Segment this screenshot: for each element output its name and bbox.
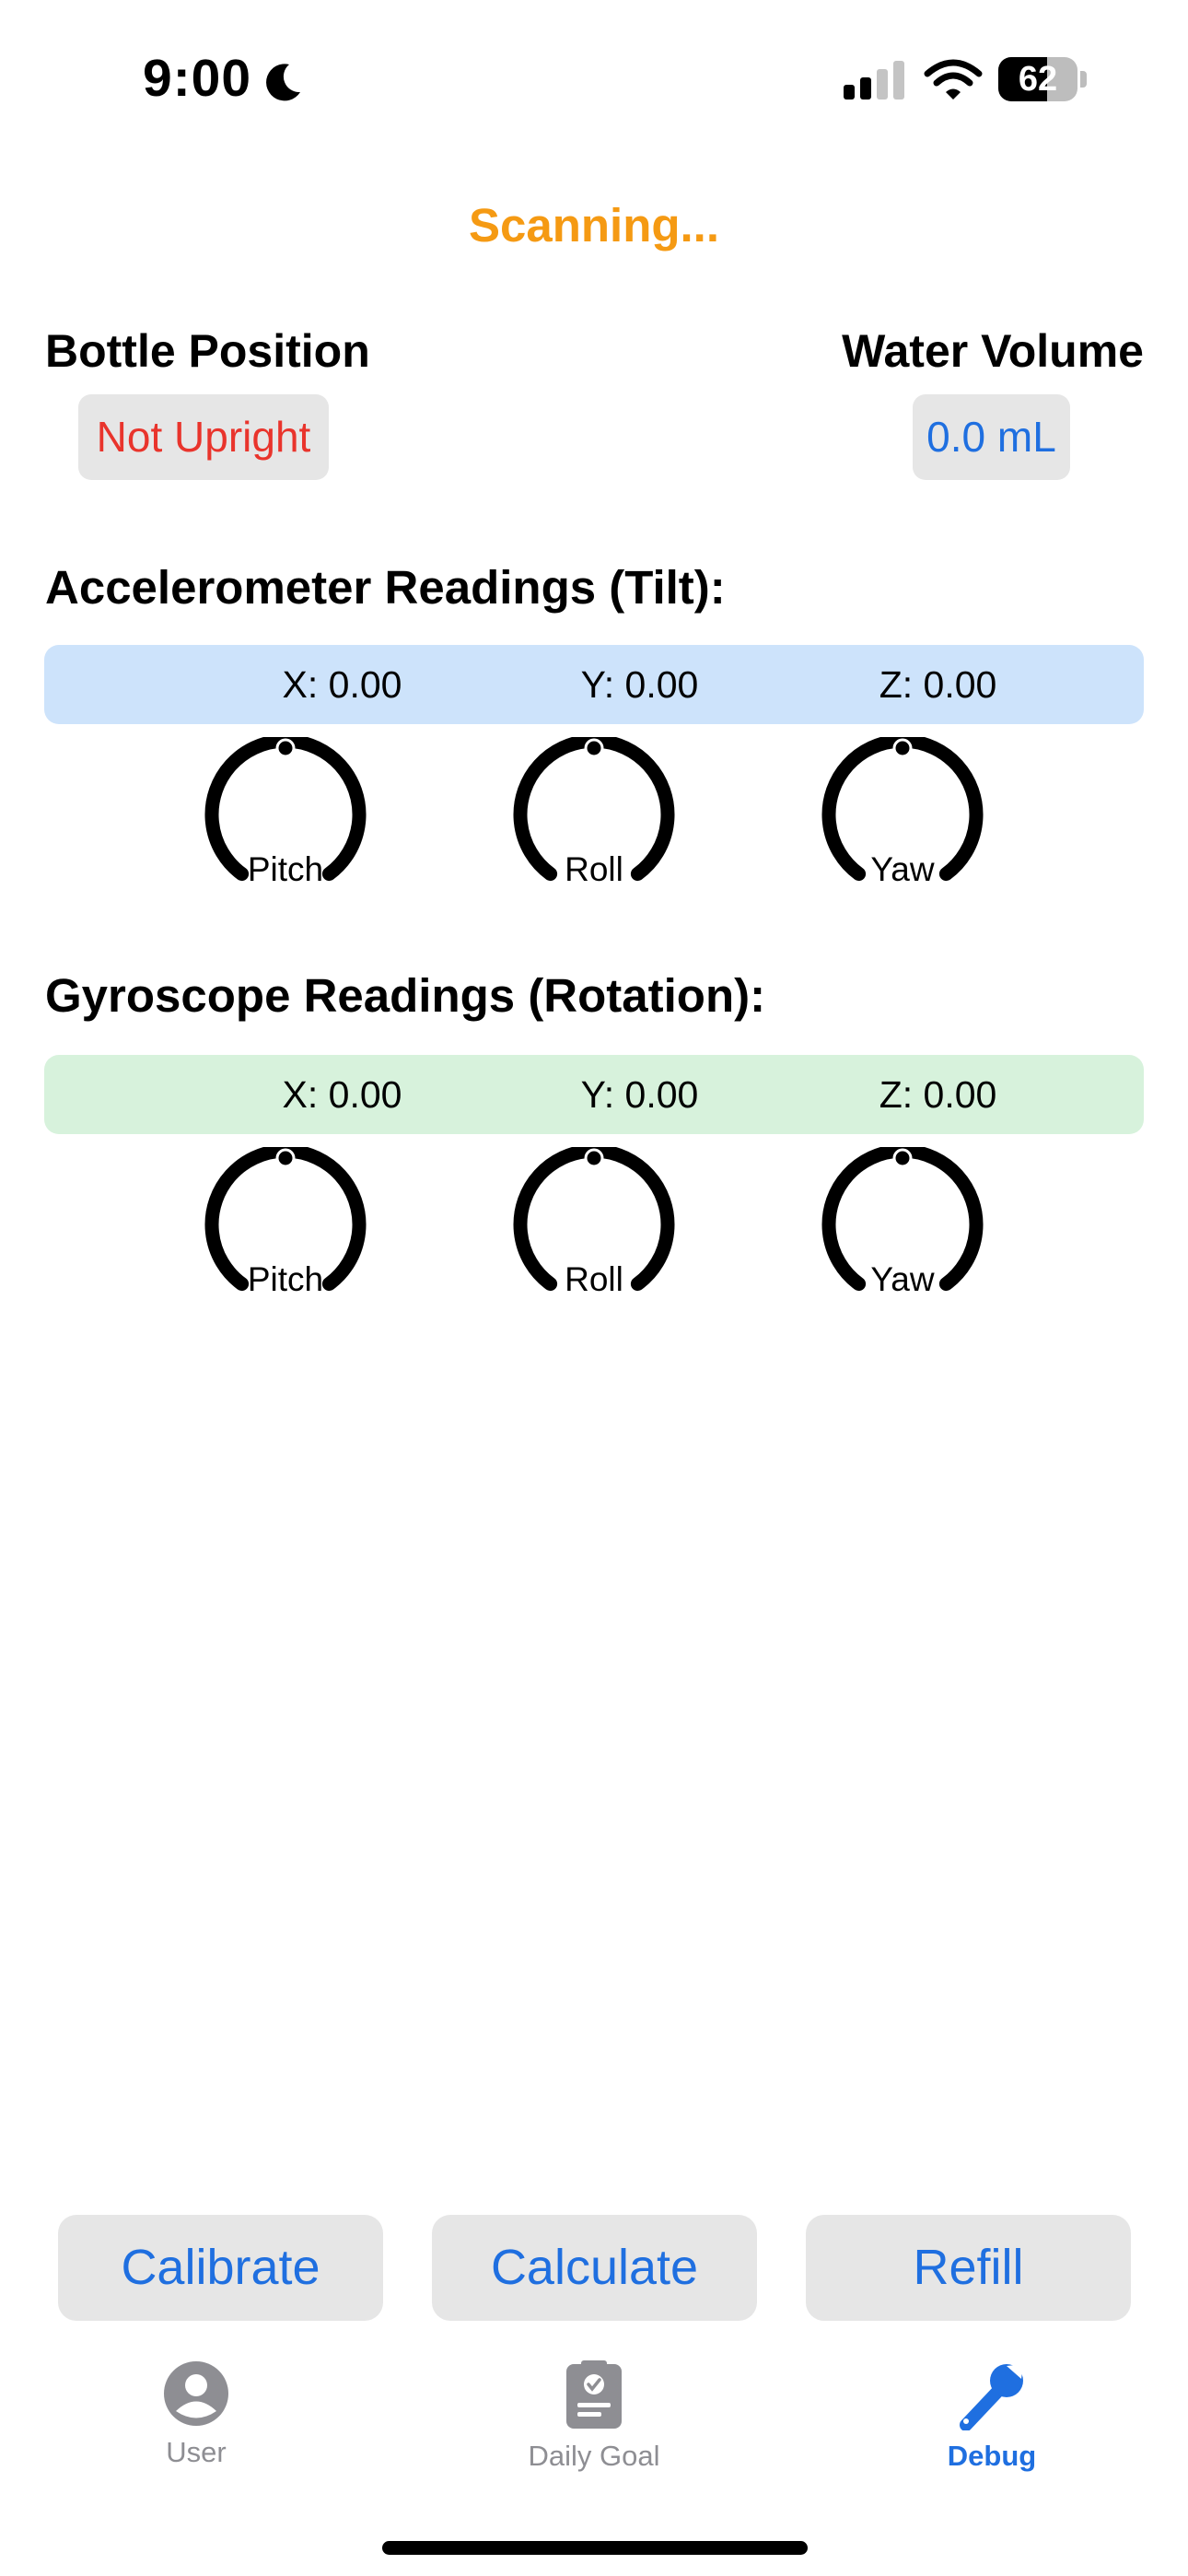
- gyroscope-pitch-gauge: Pitch: [198, 1147, 373, 1304]
- calculate-button[interactable]: Calculate: [432, 2215, 757, 2321]
- water-volume-badge: 0.0 mL: [913, 394, 1070, 480]
- battery-level: 62: [1018, 60, 1058, 99]
- gyroscope-x: X: 0.00: [282, 1073, 402, 1116]
- gauge-label-roll: Roll: [565, 1260, 623, 1298]
- calibrate-button[interactable]: Calibrate: [58, 2215, 383, 2321]
- person-circle-icon: [164, 2361, 228, 2426]
- accelerometer-roll-gauge: Roll: [507, 737, 681, 894]
- wrench-icon: [960, 2364, 1023, 2430]
- tab-debug[interactable]: Debug: [886, 2360, 1098, 2480]
- gyroscope-readings-bar: X: 0.00 Y: 0.00 Z: 0.00: [44, 1055, 1144, 1134]
- accelerometer-y: Y: 0.00: [580, 663, 699, 706]
- gyroscope-yaw-gauge: Yaw: [815, 1147, 990, 1304]
- gauge-label-pitch: Pitch: [247, 850, 324, 888]
- gauge-label-roll: Roll: [565, 850, 623, 888]
- gyroscope-roll-gauge: Roll: [507, 1147, 681, 1304]
- tab-label-daily-goal: Daily Goal: [528, 2440, 660, 2472]
- battery-icon: 62: [998, 57, 1087, 101]
- refill-button[interactable]: Refill: [806, 2215, 1131, 2321]
- moon-icon: [266, 64, 300, 101]
- cellular-signal-icon: [844, 61, 904, 100]
- bottle-position-badge: Not Upright: [78, 394, 329, 480]
- accelerometer-yaw-gauge: Yaw: [815, 737, 990, 894]
- gauge-label-yaw: Yaw: [870, 850, 935, 888]
- accelerometer-title: Accelerometer Readings (Tilt):: [45, 561, 726, 614]
- gyroscope-y: Y: 0.00: [580, 1073, 699, 1116]
- tab-daily-goal[interactable]: Daily Goal: [488, 2360, 700, 2480]
- accelerometer-readings-bar: X: 0.00 Y: 0.00 Z: 0.00: [44, 645, 1144, 724]
- gyroscope-title: Gyroscope Readings (Rotation):: [45, 969, 766, 1022]
- status-time: 9:00: [143, 49, 252, 108]
- tab-label-debug: Debug: [947, 2440, 1037, 2472]
- gauge-label-pitch: Pitch: [247, 1260, 324, 1298]
- tab-label-user: User: [166, 2436, 227, 2468]
- scanning-status: Scanning...: [468, 199, 720, 252]
- gauge-label-yaw: Yaw: [870, 1260, 935, 1298]
- accelerometer-pitch-gauge: Pitch: [198, 737, 373, 894]
- clipboard-check-icon: [566, 2360, 622, 2429]
- water-volume-title: Water Volume: [842, 325, 1144, 377]
- bottle-position-title: Bottle Position: [45, 325, 370, 377]
- wifi-icon: [924, 59, 983, 100]
- home-indicator: [382, 2541, 808, 2555]
- tab-user[interactable]: User: [90, 2360, 302, 2480]
- accelerometer-z: Z: 0.00: [879, 663, 997, 706]
- gyroscope-z: Z: 0.00: [879, 1073, 997, 1116]
- accelerometer-x: X: 0.00: [282, 663, 402, 706]
